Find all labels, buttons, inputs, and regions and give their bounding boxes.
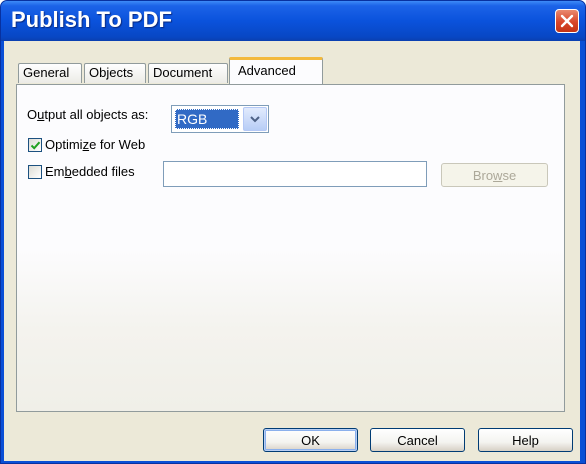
label-part: e for Web <box>89 137 146 152</box>
tab-label: Objects <box>89 65 134 80</box>
output-objects-label: Output all objects as: <box>27 107 148 122</box>
browse-button[interactable]: Bro w se <box>441 163 548 187</box>
tab-label: General <box>23 65 70 80</box>
embedded-files-label[interactable]: Embedded files <box>45 164 135 179</box>
dropdown-button[interactable] <box>243 107 267 131</box>
tab-general[interactable]: General <box>18 63 82 83</box>
optimize-web-checkbox[interactable] <box>28 138 42 152</box>
title-bar[interactable]: Publish To PDF <box>1 1 585 41</box>
tab-label: Advanced <box>238 63 296 78</box>
optimize-web-label[interactable]: Optimize for Web <box>45 137 145 152</box>
close-icon <box>560 14 574 28</box>
label-part: Optimi <box>45 137 83 152</box>
window-title: Publish To PDF <box>11 7 172 32</box>
help-button[interactable]: Help <box>478 428 573 452</box>
embedded-files-path-input[interactable] <box>163 161 427 187</box>
tab-advanced[interactable]: Advanced <box>229 57 323 84</box>
tab-objects[interactable]: Objects <box>84 63 146 83</box>
embedded-files-checkbox[interactable] <box>28 165 42 179</box>
advanced-tab-panel: Output all objects as: RGB Optimize for … <box>16 84 565 412</box>
label-mnemonic: w <box>493 167 503 183</box>
cancel-button[interactable]: Cancel <box>370 428 465 452</box>
dialog-client-area: General Objects Document Advanced Output… <box>4 41 580 461</box>
label-part: tput all objects as: <box>44 107 149 122</box>
label-mnemonic: b <box>64 164 72 179</box>
label-part: O <box>27 107 38 122</box>
output-color-value: RGB <box>175 109 239 129</box>
label-part: Em <box>45 164 65 179</box>
publish-to-pdf-dialog: Publish To PDF General Objects Document … <box>0 0 586 464</box>
tab-document[interactable]: Document <box>148 63 228 83</box>
tab-label: Document <box>153 65 213 80</box>
checkmark-icon <box>30 141 41 150</box>
label-part: se <box>502 167 517 183</box>
label-part: Bro <box>472 167 494 183</box>
label-part: edded files <box>71 164 135 179</box>
chevron-down-icon <box>250 115 260 122</box>
close-button[interactable] <box>555 9 579 33</box>
output-color-select[interactable]: RGB <box>171 105 269 133</box>
ok-button[interactable]: OK <box>263 428 358 452</box>
